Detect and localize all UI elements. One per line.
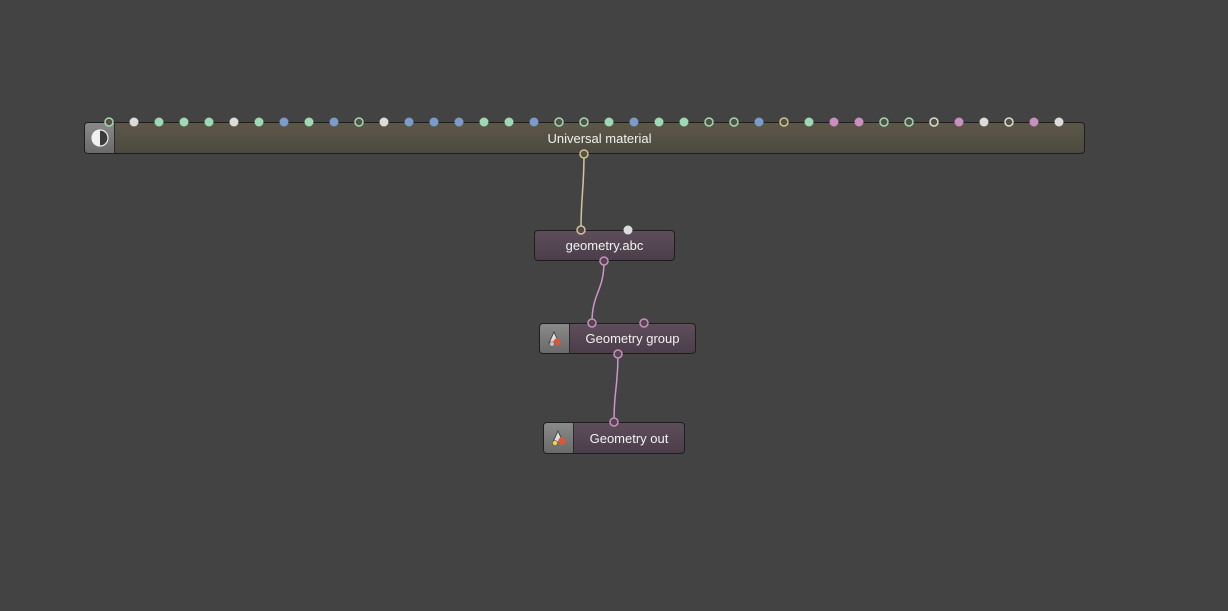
material-icon-box	[85, 123, 115, 153]
geometry-abc-node[interactable]: geometry.abc	[534, 230, 675, 261]
geometry-abc-label: geometry.abc	[565, 238, 644, 253]
link-group-to-abc[interactable]	[591, 260, 605, 324]
geometry-group-node[interactable]: Geometry group	[539, 323, 696, 354]
sphere-material-icon	[90, 129, 109, 147]
geometry-group-icon	[547, 330, 560, 347]
geometry-out-label: Geometry out	[589, 430, 669, 446]
universal-material-label: Universal material	[547, 130, 652, 146]
geometry-group-icon-box	[540, 324, 570, 353]
geometry-out-icon-box	[544, 423, 574, 453]
node-graph-canvas[interactable]	[0, 0, 1228, 611]
geometry-out-icon	[551, 430, 566, 446]
link-abc-to-material[interactable]	[580, 153, 585, 231]
geometry-out-node[interactable]: Geometry out	[543, 422, 685, 454]
geometry-group-label: Geometry group	[585, 331, 680, 346]
link-out-to-group[interactable]	[613, 353, 619, 423]
universal-material-node[interactable]: Universal material	[84, 122, 1085, 154]
